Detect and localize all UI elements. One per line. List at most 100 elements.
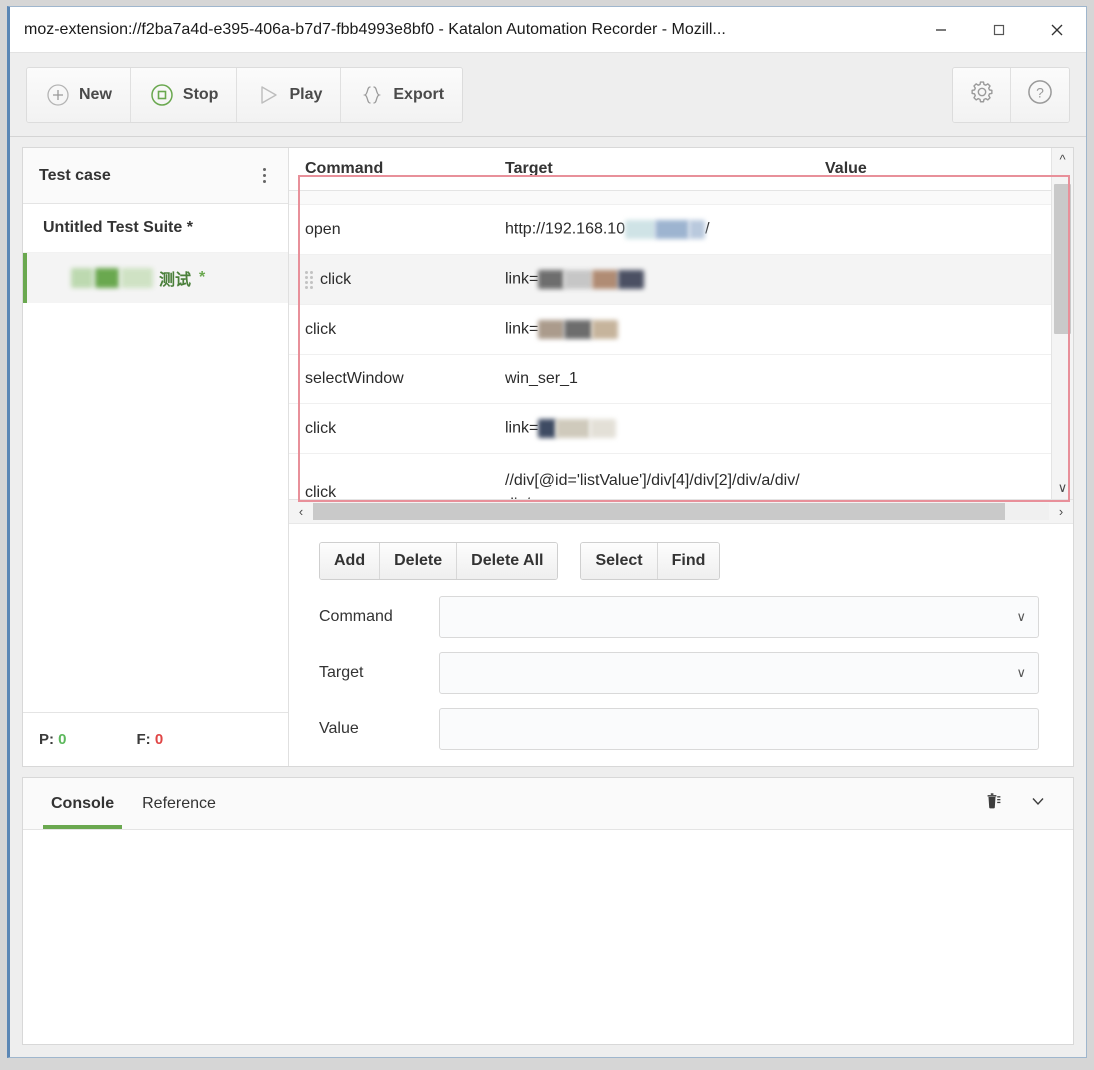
tab-reference[interactable]: Reference bbox=[128, 778, 230, 829]
command-input[interactable]: ∨ bbox=[439, 596, 1039, 638]
title-bar: moz-extension://f2ba7a4d-e395-406a-b7d7-… bbox=[10, 7, 1086, 53]
redacted-text-block bbox=[538, 419, 557, 438]
chevron-right-icon[interactable]: › bbox=[1049, 504, 1073, 519]
table-header-row: Command Target Value bbox=[289, 148, 1051, 191]
console-output bbox=[23, 830, 1073, 1044]
redacted-text-block bbox=[689, 220, 706, 239]
column-header-value[interactable]: Value bbox=[809, 148, 1051, 191]
table-row[interactable]: open http://192.168.10 / bbox=[289, 204, 1051, 255]
pass-value: 0 bbox=[58, 731, 67, 748]
export-button[interactable]: Export bbox=[341, 67, 463, 122]
question-mark-icon: ? bbox=[1026, 78, 1054, 111]
command-text: open bbox=[305, 220, 341, 238]
test-case-name: 测试 bbox=[159, 272, 192, 289]
scrollbar-track[interactable] bbox=[1052, 170, 1073, 477]
help-button[interactable]: ? bbox=[1011, 67, 1069, 122]
table-horizontal-scrollbar[interactable]: ‹ › bbox=[289, 500, 1073, 524]
test-case-list: Untitled Test Suite * 测试 * bbox=[23, 204, 288, 712]
trash-icon bbox=[983, 791, 1003, 816]
cell-target[interactable]: link= bbox=[489, 254, 809, 305]
chevron-up-icon[interactable]: ^ bbox=[1059, 148, 1065, 170]
new-button[interactable]: New bbox=[27, 67, 131, 122]
cell-command[interactable]: click bbox=[289, 304, 489, 355]
test-case-item[interactable]: 测试 * bbox=[23, 253, 288, 303]
scrollbar-track-horizontal[interactable] bbox=[313, 503, 1049, 520]
value-field-label: Value bbox=[319, 720, 359, 737]
target-text: link= bbox=[505, 320, 539, 338]
target-field-label: Target bbox=[319, 664, 364, 681]
pass-counter: P: 0 bbox=[39, 731, 67, 748]
command-field-row: Command ∨ bbox=[319, 596, 1039, 638]
cell-value[interactable] bbox=[809, 453, 1051, 499]
cell-value[interactable] bbox=[809, 403, 1051, 454]
cell-target[interactable]: win_ser_1 bbox=[489, 354, 809, 404]
redacted-text-block bbox=[121, 268, 153, 288]
cell-target[interactable]: link= bbox=[489, 304, 809, 355]
cell-value[interactable] bbox=[809, 254, 1051, 305]
cell-target[interactable]: link= bbox=[489, 403, 809, 454]
chevron-down-icon[interactable]: ∨ bbox=[1058, 477, 1068, 499]
test-suite-item[interactable]: Untitled Test Suite * bbox=[23, 204, 288, 253]
chevron-left-icon[interactable]: ‹ bbox=[289, 504, 313, 519]
column-header-target[interactable]: Target bbox=[489, 148, 809, 191]
redacted-text-block bbox=[655, 220, 690, 239]
console-tab-bar: Console Reference bbox=[23, 778, 1073, 830]
table-row[interactable]: selectWindow win_ser_1 bbox=[289, 354, 1051, 404]
target-field-row: Target ∨ bbox=[319, 652, 1039, 694]
table-row[interactable]: click link= bbox=[289, 254, 1051, 305]
maximize-button[interactable] bbox=[970, 7, 1028, 52]
fail-value: 0 bbox=[154, 731, 164, 748]
table-row[interactable]: click //div[@id='listValue']/div[4]/div[2… bbox=[289, 453, 1051, 499]
table-spacer-cell bbox=[289, 190, 1051, 205]
gear-icon bbox=[969, 79, 995, 110]
tab-console[interactable]: Console bbox=[37, 778, 128, 829]
cell-target[interactable]: http://192.168.10 / bbox=[489, 204, 809, 255]
clear-console-button[interactable] bbox=[983, 791, 1003, 816]
pass-label: P: bbox=[39, 731, 54, 748]
column-header-command[interactable]: Command bbox=[289, 148, 489, 191]
cell-command[interactable]: selectWindow bbox=[289, 354, 489, 404]
redacted-text-block bbox=[592, 270, 619, 289]
command-table-body: open http://192.168.10 / click link= click lin… bbox=[289, 190, 1051, 499]
delete-button[interactable]: Delete bbox=[380, 543, 458, 579]
cell-command[interactable]: click bbox=[289, 403, 489, 454]
drag-handle-icon[interactable] bbox=[305, 270, 313, 289]
console-actions bbox=[983, 791, 1059, 816]
settings-button[interactable] bbox=[953, 67, 1011, 122]
play-button[interactable]: Play bbox=[237, 67, 342, 122]
scrollbar-thumb[interactable] bbox=[1054, 184, 1071, 334]
cell-value[interactable] bbox=[809, 204, 1051, 255]
target-text: link= bbox=[505, 419, 539, 437]
test-stats-bar: P: 0 F: 0 bbox=[23, 712, 288, 766]
scrollbar-thumb-horizontal[interactable] bbox=[313, 503, 1005, 520]
redacted-text-block bbox=[618, 270, 645, 289]
command-text: click bbox=[320, 270, 352, 288]
command-detail-form: Command ∨ Target ∨ Value bbox=[289, 594, 1073, 750]
table-row[interactable]: click link= bbox=[289, 304, 1051, 355]
delete-all-button[interactable]: Delete All bbox=[457, 543, 558, 579]
target-input[interactable]: ∨ bbox=[439, 652, 1039, 694]
table-spacer-row bbox=[289, 190, 1051, 205]
main-content-area: Test case Untitled Test Suite * 测试 * P: … bbox=[10, 137, 1086, 1057]
cell-command[interactable]: click bbox=[289, 453, 489, 499]
cell-target[interactable]: //div[@id='listValue']/div[4]/div[2]/div… bbox=[489, 453, 809, 499]
minimize-button[interactable] bbox=[912, 7, 970, 52]
kebab-menu-icon[interactable] bbox=[257, 162, 272, 189]
cell-command[interactable]: open bbox=[289, 204, 489, 255]
stop-button[interactable]: Stop bbox=[130, 67, 238, 122]
toolbar-button-group: New Stop Play Export bbox=[26, 66, 464, 123]
cell-value[interactable] bbox=[809, 354, 1051, 404]
find-button[interactable]: Find bbox=[657, 543, 720, 579]
cell-command[interactable]: click bbox=[289, 254, 489, 305]
value-input[interactable] bbox=[439, 708, 1039, 750]
redacted-text-block bbox=[538, 270, 565, 289]
select-button[interactable]: Select bbox=[581, 543, 658, 579]
table-vertical-scrollbar[interactable]: ^ ∨ bbox=[1051, 148, 1073, 499]
command-table-scroll: Command Target Value open http://192.168.… bbox=[289, 148, 1051, 499]
cell-value[interactable] bbox=[809, 304, 1051, 355]
collapse-console-button[interactable] bbox=[1029, 792, 1047, 815]
value-field-row: Value bbox=[319, 708, 1039, 750]
add-button[interactable]: Add bbox=[320, 543, 381, 579]
close-button[interactable] bbox=[1028, 7, 1086, 52]
table-row[interactable]: click link= bbox=[289, 403, 1051, 454]
